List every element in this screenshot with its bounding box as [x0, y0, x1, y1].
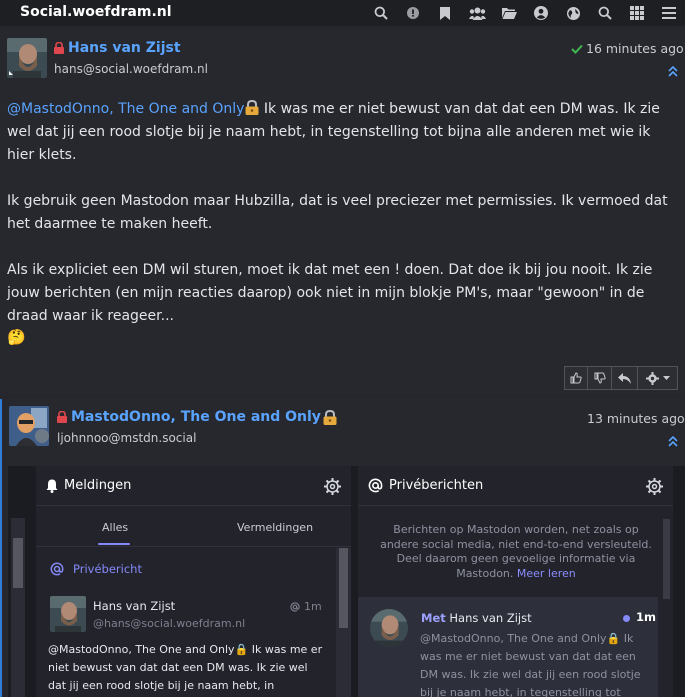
globe-icon[interactable] [557, 0, 589, 26]
lock-icon [57, 411, 67, 423]
avatar[interactable] [50, 596, 86, 632]
dm-scrollbar[interactable] [659, 514, 673, 697]
sender-name[interactable]: Hans van Zijst [93, 599, 175, 613]
at-icon [50, 562, 64, 576]
site-brand[interactable]: Social.woefdram.nl [20, 4, 172, 20]
reply-button[interactable] [612, 366, 638, 390]
collapse-icon[interactable] [668, 436, 678, 447]
mention-link[interactable]: @MastodOnno, The One and Only [7, 101, 244, 117]
notifications-scrollbar[interactable] [336, 548, 351, 697]
column-header: Meldingen [36, 466, 351, 506]
at-icon [290, 601, 300, 612]
top-navbar: Social.woefdram.nl [0, 0, 685, 26]
tab-alles[interactable]: Alles [102, 521, 128, 534]
lock-icon [54, 42, 64, 54]
post-author[interactable]: MastodOnno, The One and Only [57, 409, 337, 425]
apps-grid-icon[interactable] [621, 0, 653, 26]
dislike-button[interactable] [588, 366, 612, 390]
learn-more-link[interactable]: Meer leren [517, 567, 576, 580]
avatar[interactable] [9, 406, 49, 446]
conversation-item[interactable]: Met Hans van Zijst 1m @MastodOnno, The O… [358, 597, 658, 697]
author-handle: ljohnnoo@mstdn.social [57, 431, 197, 445]
post-body: @MastodOnno, The One and Only Ik was me … [7, 98, 679, 351]
post-hans: Hans van Zijst hans@social.woefdram.nl 1… [0, 30, 685, 394]
alert-icon[interactable] [397, 0, 429, 26]
tab-vermeldingen[interactable]: Vermeldingen [237, 521, 313, 534]
author-name[interactable]: Hans van Zijst [68, 40, 181, 56]
profile-icon[interactable] [525, 0, 557, 26]
lock-gold-icon [323, 409, 337, 425]
thinking-emoji: 🤔 [7, 328, 26, 346]
notifications-column: Meldingen Alles Vermeldingen Privéberich… [36, 466, 351, 697]
column-header: Privéberichten [358, 466, 673, 506]
search-icon[interactable] [589, 0, 621, 26]
paragraph-2: Ik gebruik geen Mastodon maar Hubzilla, … [7, 193, 668, 232]
gear-icon[interactable] [324, 478, 341, 495]
column-title: Meldingen [64, 478, 132, 493]
like-button[interactable] [564, 366, 588, 390]
author-handle: hans@social.woefdram.nl [54, 62, 208, 76]
users-icon[interactable] [461, 0, 493, 26]
folder-icon[interactable] [493, 0, 525, 26]
post-time[interactable]: 13 minutes ago [587, 411, 685, 426]
avatar[interactable] [7, 38, 47, 78]
gear-icon [645, 371, 659, 385]
attached-screenshot[interactable]: Meldingen Alles Vermeldingen Privéberich… [8, 466, 685, 697]
collapse-icon[interactable] [668, 66, 678, 77]
post-author[interactable]: Hans van Zijst [54, 40, 181, 56]
search-icon[interactable] [365, 0, 397, 26]
notification-time: 1m [290, 600, 322, 613]
navbar-icons [365, 0, 685, 26]
settings-dropdown[interactable] [638, 366, 678, 390]
conversation-participant: Met Hans van Zijst [421, 611, 532, 625]
post-actions [564, 366, 678, 390]
post-time[interactable]: 16 minutes ago [571, 41, 684, 56]
notification-type: Privébericht [50, 562, 142, 576]
author-name[interactable]: MastodOnno, The One and Only [71, 409, 321, 425]
conversation-preview: @MastodOnno, The One and Only🔒 Ik was me… [420, 632, 641, 697]
column-title: Privéberichten [389, 478, 484, 493]
lock-gold-icon [245, 99, 259, 115]
scroll-left-indicator [8, 476, 13, 490]
menu-icon[interactable] [653, 0, 685, 26]
thumbs-down-icon [594, 372, 606, 384]
paragraph-1: @MastodOnno, The One and Only Ik was me … [7, 98, 679, 167]
avatar[interactable] [370, 609, 408, 647]
left-scrollbar[interactable] [11, 518, 25, 697]
caret-down-icon [662, 376, 670, 380]
private-messages-column: Privéberichten Berichten op Mastodon wor… [358, 466, 673, 697]
check-icon [571, 44, 583, 54]
bookmark-icon[interactable] [429, 0, 461, 26]
gear-icon[interactable] [646, 478, 663, 495]
conversation-time: 1m [636, 610, 656, 624]
paragraph-3: Als ik expliciet een DM wil sturen, moet… [7, 262, 653, 324]
active-tab-indicator [98, 543, 130, 545]
at-icon [368, 478, 383, 493]
notification-text: @MastodOnno, The One and Only🔒 Ik was me… [48, 643, 323, 692]
reply-icon [618, 372, 631, 384]
thumbs-up-icon [570, 372, 582, 384]
dm-encryption-notice: Berichten op Mastodon worden, net zoals … [380, 523, 652, 580]
bell-icon [46, 479, 58, 493]
unread-indicator [623, 615, 630, 622]
sender-handle: @hans@social.woefdram.nl [93, 617, 246, 630]
